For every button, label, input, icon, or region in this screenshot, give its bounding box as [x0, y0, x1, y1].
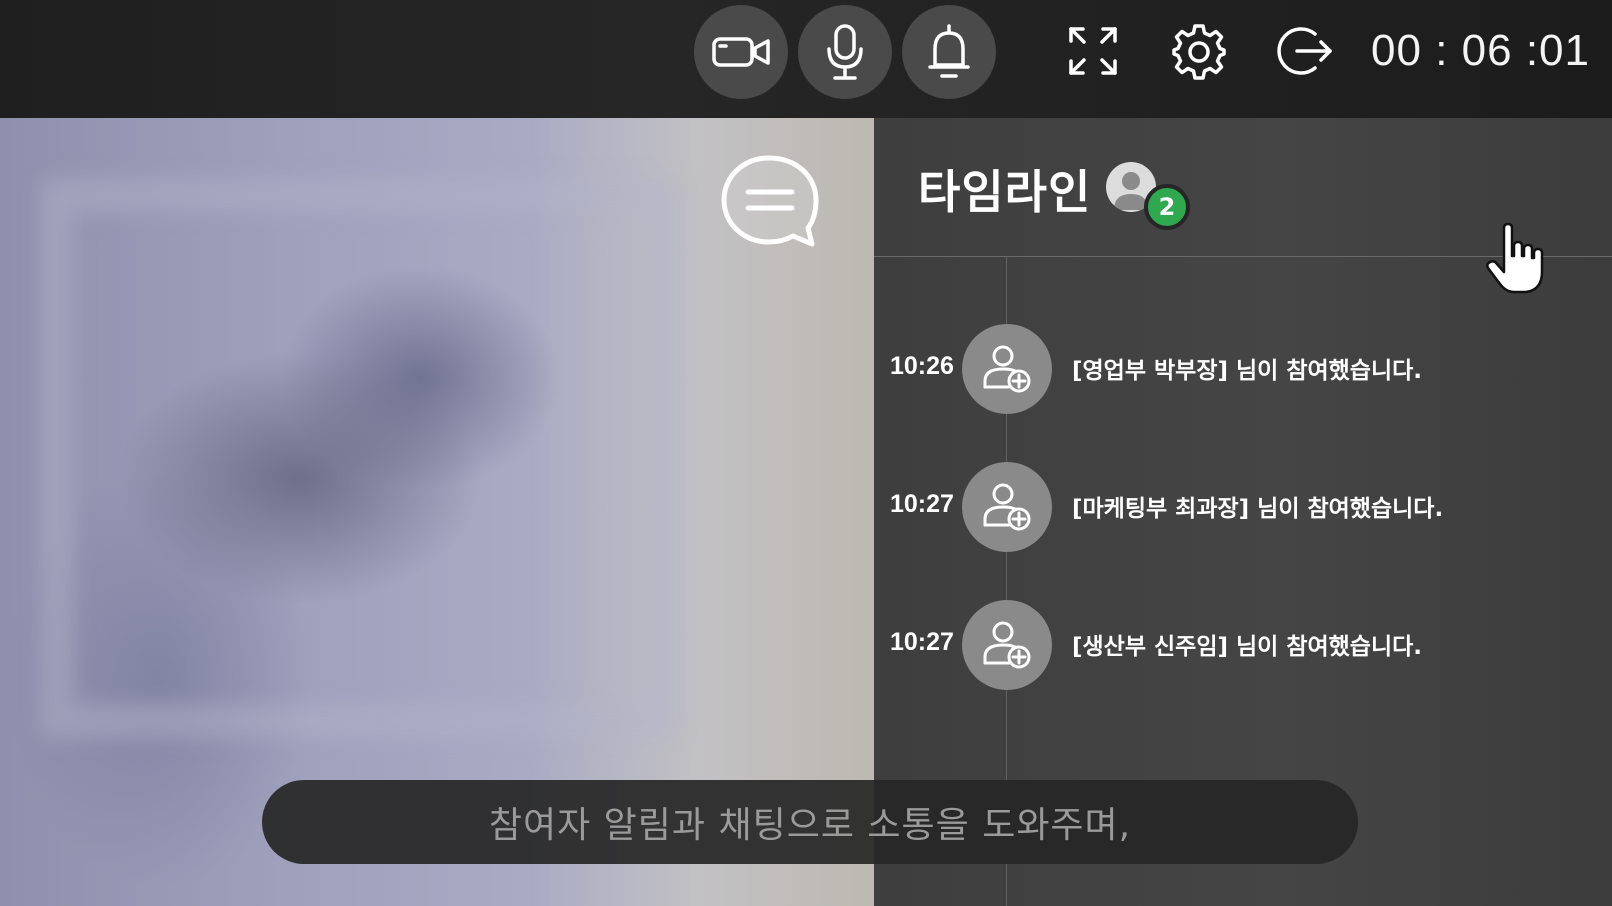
exit-button[interactable]	[1270, 16, 1340, 86]
timeline-event: 10:27 [생산부 신주임] 님이 참여했습니다.	[874, 600, 1612, 692]
logout-icon	[1277, 27, 1332, 75]
timeline-event: 10:26 [영업부 박부장] 님이 참여했습니다.	[874, 324, 1612, 416]
caption-bar: 참여자 알림과 채팅으로 소통을 도와주며,	[262, 780, 1358, 864]
timeline-event: 10:27 [마케팅부 최과장] 님이 참여했습니다.	[874, 462, 1612, 554]
gear-icon	[1172, 24, 1226, 80]
bell-icon	[928, 24, 970, 78]
user-add-icon	[962, 324, 1052, 414]
camera-toggle-button[interactable]	[694, 5, 788, 99]
microphone-icon	[827, 24, 863, 80]
event-message: [생산부 신주임] 님이 참여했습니다.	[1072, 634, 1423, 660]
user-add-icon	[962, 462, 1052, 552]
timeline-title: 타임라인	[918, 165, 1092, 219]
settings-button[interactable]	[1164, 16, 1234, 86]
event-time: 10:27	[890, 628, 954, 656]
notification-button[interactable]	[902, 5, 996, 99]
microphone-toggle-button[interactable]	[798, 5, 892, 99]
caption-text: 참여자 알림과 채팅으로 소통을 도와주며,	[488, 805, 1132, 846]
fullscreen-button[interactable]	[1058, 16, 1128, 86]
user-add-icon	[962, 600, 1052, 690]
event-message: [마케팅부 최과장] 님이 참여했습니다.	[1072, 496, 1444, 522]
participants-indicator[interactable]: 2	[1106, 162, 1196, 232]
top-toolbar: 00 : 06 :01	[0, 0, 1612, 118]
event-message: [영업부 박부장] 님이 참여했습니다.	[1072, 358, 1423, 384]
chat-bubble-icon	[721, 155, 819, 247]
participant-count-badge: 2	[1144, 184, 1190, 230]
expand-icon	[1069, 27, 1117, 75]
event-time: 10:26	[890, 352, 954, 380]
video-call-screen: 00 : 06 :01 타임라인 2 10:26 [영업부 박부장] 님이 참여…	[0, 0, 1612, 906]
event-time: 10:27	[890, 490, 954, 518]
chat-toggle-button[interactable]	[716, 150, 822, 256]
video-camera-icon	[712, 37, 770, 67]
video-background	[40, 178, 680, 738]
hand-cursor-icon	[1484, 222, 1548, 296]
call-timer: 00 : 06 :01	[1371, 26, 1590, 75]
